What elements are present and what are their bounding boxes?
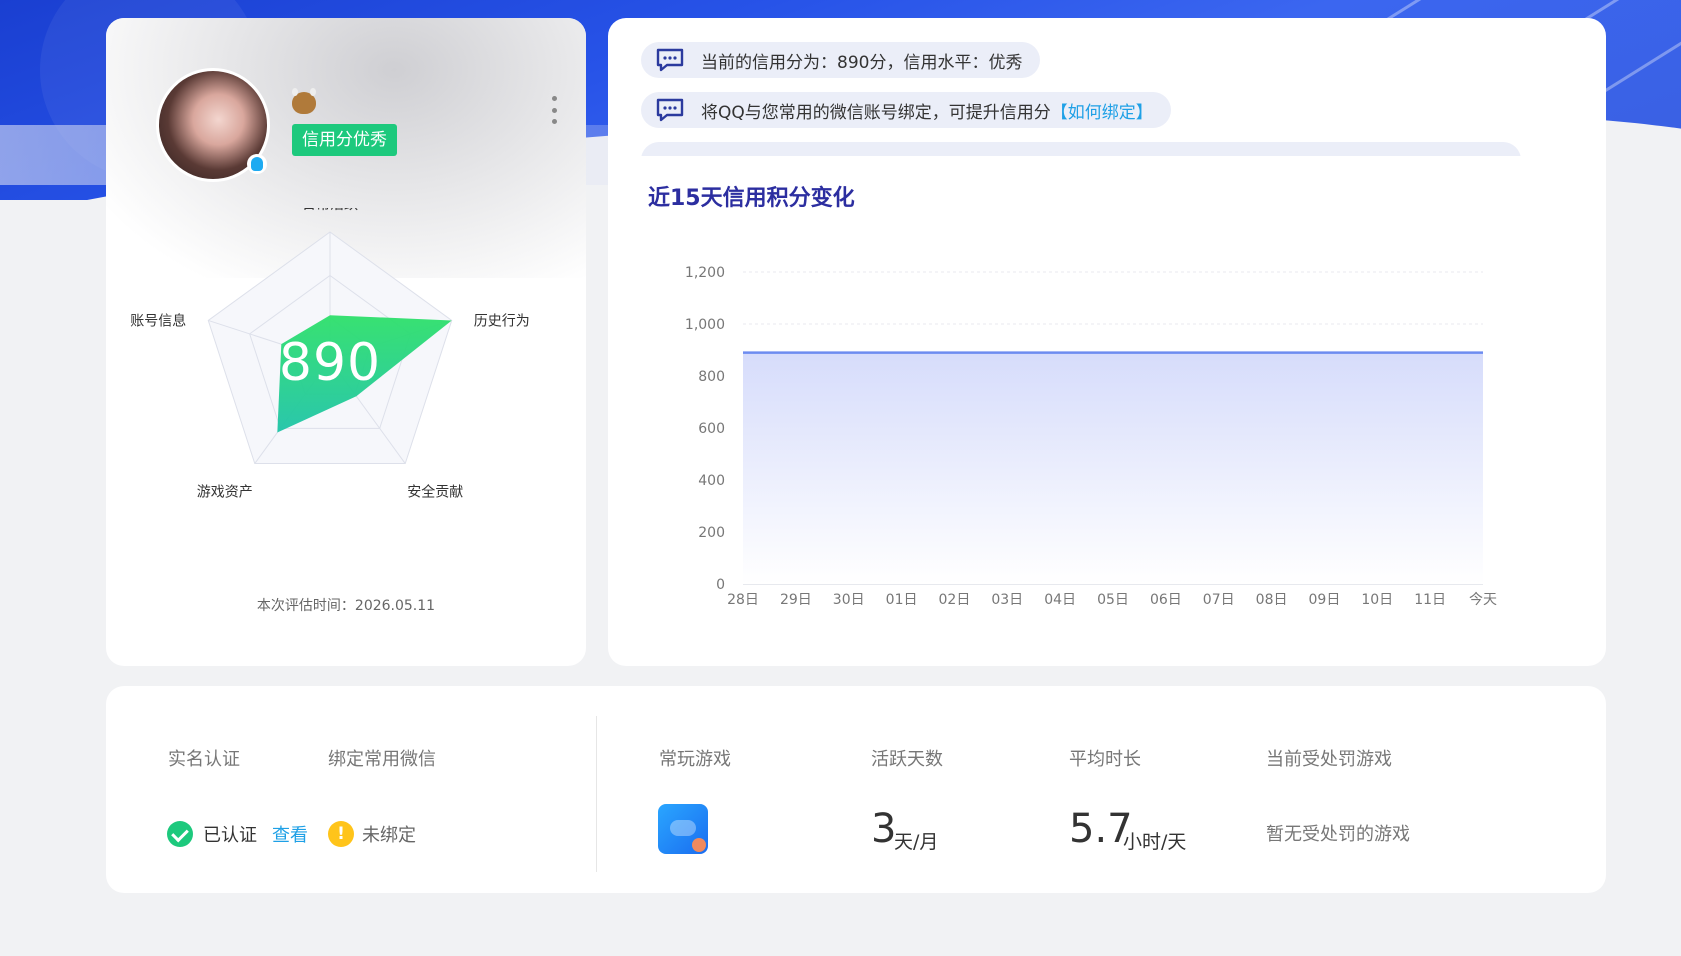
active-days-value: 3 <box>871 806 897 852</box>
how-to-bind-link[interactable]: 【如何绑定】 <box>1051 98 1153 123</box>
check-circle-icon <box>167 821 193 847</box>
active-days-unit: 天/月 <box>894 831 939 853</box>
notice-text: 当前的信用分为：890分，信用水平：优秀 <box>701 52 1023 73</box>
y-tick-label: 1,000 <box>685 317 725 333</box>
x-tick-label: 02日 <box>939 592 971 608</box>
evaluation-time: 本次评估时间：2026.05.11 <box>256 598 436 614</box>
profile-card: 信用分优秀 890 日常活跃历史行为安全贡献 游戏资产 账号信息 本次评估时间：202… <box>106 18 586 666</box>
x-tick-label: 01日 <box>886 592 918 608</box>
radar-axis-label: 安全贡献 <box>407 484 463 501</box>
x-tick-label: 06日 <box>1150 592 1182 608</box>
punished-game-value: 暂无受处罚的游戏 <box>1266 824 1410 845</box>
message-icon <box>656 98 684 122</box>
account-stats-card: 实名认证 绑定常用微信 已认证 查看 ! 未绑定 常玩游戏 活跃天数 3 天/月… <box>106 686 1606 893</box>
avg-time-label: 平均时长 <box>1069 749 1141 770</box>
series-area-fill <box>743 352 1483 584</box>
y-tick-label: 400 <box>698 473 725 489</box>
radar-axis-label: 游戏资产 <box>197 485 253 501</box>
credit-info-card: 当前的信用分为：890分，信用水平：优秀 将QQ与您常用的微信账号绑定，可提升信… <box>608 18 1606 666</box>
x-tick-label: 08日 <box>1256 592 1288 608</box>
notice-credit-score: 当前的信用分为：890分，信用水平：优秀 <box>641 42 1041 78</box>
x-tick-label: 07日 <box>1203 592 1235 608</box>
x-tick-label: 今天 <box>1469 592 1497 608</box>
wechat-unbound-status: 未绑定 <box>362 825 416 846</box>
next-section-title-clipped <box>106 946 115 956</box>
x-tick-label: 03日 <box>991 592 1023 608</box>
y-tick-label: 200 <box>698 525 725 541</box>
radar-axis-label: 账号信息 <box>130 312 186 329</box>
notice-partially-hidden <box>641 142 1521 156</box>
radar-axis-label: 历史行为 <box>474 313 530 329</box>
y-tick-label: 1,200 <box>685 265 725 281</box>
avg-time-unit: 小时/天 <box>1123 831 1187 853</box>
punished-game-label: 当前受处罚游戏 <box>1266 749 1392 770</box>
x-tick-label: 09日 <box>1309 592 1341 608</box>
verified-status: 已认证 <box>203 825 257 846</box>
game-controller-icon[interactable] <box>658 804 708 854</box>
notice-bind-wechat: 将QQ与您常用的微信账号绑定，可提升信用分 【如何绑定】 <box>641 92 1171 128</box>
x-tick-label: 28日 <box>727 592 759 608</box>
bull-level-icon <box>292 88 316 114</box>
credit-score-value: 890 <box>279 333 381 393</box>
credit-trend-chart: 0 200 400 600 800 1,000 1,200 28日 29日 30日 01日 02日 03… <box>685 265 1497 608</box>
credit-radar-chart: 890 日常活跃历史行为安全贡献 游戏资产 账号信息 <box>130 208 530 501</box>
y-tick-label: 600 <box>698 421 725 437</box>
more-options-icon[interactable] <box>550 96 558 124</box>
credit-level-badge: 信用分优秀 <box>292 124 397 156</box>
active-days-label: 活跃天数 <box>871 749 943 770</box>
x-tick-label: 11日 <box>1414 592 1446 608</box>
y-tick-label: 0 <box>716 577 725 593</box>
section-divider <box>596 716 597 872</box>
x-tick-label: 04日 <box>1044 592 1076 608</box>
notice-text: 将QQ与您常用的微信账号绑定，可提升信用分 <box>701 102 1051 123</box>
chart-title: 近15天信用积分变化 <box>648 186 855 211</box>
x-tick-label: 29日 <box>780 592 812 608</box>
x-tick-label: 10日 <box>1361 592 1393 608</box>
view-verification-link[interactable]: 查看 <box>272 821 308 847</box>
message-icon <box>656 48 684 72</box>
qq-penguin-icon <box>247 154 267 174</box>
x-tick-label: 30日 <box>833 592 865 608</box>
radar-axis-label: 日常活跃 <box>302 208 358 213</box>
notice-scroll-clip <box>641 142 1521 156</box>
y-tick-label: 800 <box>698 369 725 385</box>
warning-icon: ! <box>328 821 354 847</box>
wechat-bind-label: 绑定常用微信 <box>328 749 436 770</box>
frequent-game-label: 常玩游戏 <box>659 749 731 770</box>
x-tick-label: 05日 <box>1097 592 1129 608</box>
realname-label: 实名认证 <box>168 749 240 770</box>
